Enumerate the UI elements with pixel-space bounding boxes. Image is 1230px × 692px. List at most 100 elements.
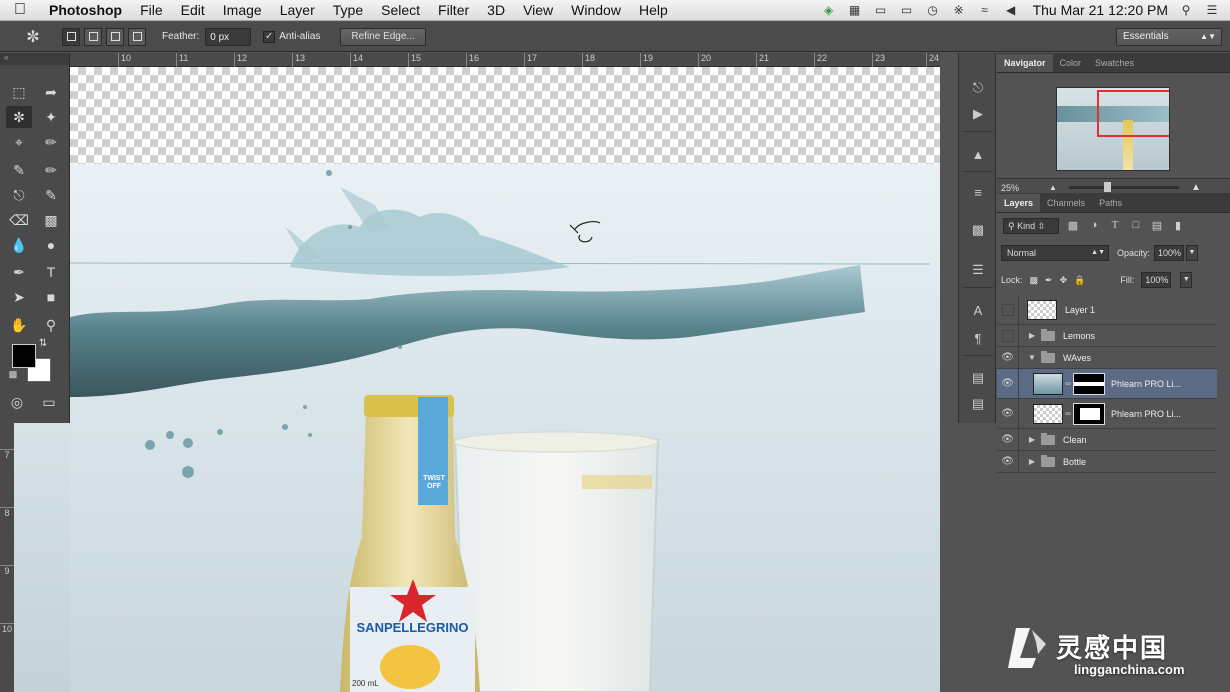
crop-tool-icon[interactable]: ⌖	[6, 131, 32, 153]
histogram-panel-icon[interactable]: ▲	[967, 143, 989, 165]
magic-wand-tool-icon[interactable]: ✦	[38, 106, 64, 128]
feather-input[interactable]: 0 px	[205, 27, 252, 46]
smart-object-filter-icon[interactable]: ▤	[1150, 219, 1164, 233]
properties-panel-icon[interactable]: ☰	[967, 259, 989, 281]
filter-toggle-icon[interactable]: ▮	[1171, 219, 1185, 233]
adjustments-panel-icon[interactable]: ≡	[967, 181, 989, 203]
wifi-icon[interactable]: ≈	[977, 3, 993, 17]
marquee-tool-icon[interactable]: ⬚	[6, 81, 32, 103]
type-filter-icon[interactable]: T	[1108, 219, 1122, 233]
swap-colors-icon[interactable]: ⇅	[36, 336, 50, 350]
lasso-tool-preset-icon[interactable]: ✼	[8, 25, 58, 49]
lock-position-icon[interactable]: ✥	[1060, 275, 1068, 286]
eye-icon[interactable]: 👁	[997, 451, 1019, 472]
antialias-checkbox[interactable]: ✓	[263, 30, 276, 43]
collapse-arrow-icon[interactable]: ▼	[1025, 353, 1039, 362]
eye-icon[interactable]: 👁	[997, 429, 1019, 450]
bluetooth-icon[interactable]: ※	[951, 3, 967, 17]
eye-icon[interactable]: 👁	[997, 347, 1019, 368]
visibility-toggle-icon[interactable]	[997, 295, 1019, 324]
eyedropper-tool-icon[interactable]: ✏	[38, 131, 64, 153]
layer-group-row[interactable]: 👁 ▶ Bottle	[997, 451, 1217, 473]
new-selection-icon[interactable]	[62, 27, 80, 46]
navigator-view-box[interactable]	[1097, 90, 1169, 137]
zoom-percent[interactable]: 25%	[1001, 183, 1019, 193]
pixel-filter-icon[interactable]: ▩	[1066, 219, 1080, 233]
mask-link-icon[interactable]: ∞	[1064, 379, 1072, 388]
expand-arrow-icon[interactable]: ▶	[1025, 457, 1039, 466]
history-panel-icon[interactable]: ⎋	[967, 77, 989, 99]
expand-arrow-icon[interactable]: ▶	[1025, 435, 1039, 444]
menu-image[interactable]: Image	[214, 2, 271, 18]
menu-select[interactable]: Select	[372, 2, 429, 18]
tab-paths[interactable]: Paths	[1092, 194, 1129, 212]
layer-group-row[interactable]: ▶ Lemons	[997, 325, 1217, 347]
dodge-tool-icon[interactable]: ●	[38, 234, 64, 256]
character-panel-icon[interactable]: A	[967, 299, 989, 321]
evernote-icon[interactable]: ◈	[821, 3, 837, 17]
menu-clock[interactable]: Thu Mar 21 12:20 PM	[1033, 2, 1168, 18]
tab-channels[interactable]: Channels	[1040, 194, 1092, 212]
layer-kind-select[interactable]: ⚲ Kind ⇳	[1003, 218, 1059, 234]
shape-filter-icon[interactable]: □	[1129, 219, 1143, 233]
fill-dropdown-icon[interactable]: ▼	[1180, 272, 1193, 288]
display-icon[interactable]: ▭	[873, 3, 889, 17]
grid-app-icon[interactable]: ▦	[847, 3, 863, 17]
layer-row-selected[interactable]: 👁 ∞ Phlearn PRO Li...	[997, 369, 1217, 399]
fill-input[interactable]: 100%	[1141, 272, 1172, 288]
opacity-dropdown-icon[interactable]: ▼	[1186, 245, 1199, 261]
opacity-input[interactable]: 100%	[1154, 245, 1185, 261]
eye-icon[interactable]: 👁	[997, 399, 1019, 428]
notification-list-icon[interactable]: ☰	[1204, 3, 1220, 17]
3d-panel-icon[interactable]: ▩	[967, 219, 989, 241]
expand-arrow-icon[interactable]: ▶	[1025, 331, 1039, 340]
healing-brush-tool-icon[interactable]: ✎	[6, 159, 32, 181]
pen-tool-icon[interactable]: ✒	[6, 261, 32, 283]
toolbox-collapse-icon[interactable]: «	[0, 53, 69, 65]
tab-swatches[interactable]: Swatches	[1088, 54, 1141, 72]
lock-all-icon[interactable]: 🔒	[1074, 275, 1085, 286]
eye-icon[interactable]: 👁	[997, 369, 1019, 398]
type-tool-icon[interactable]: T	[38, 261, 64, 283]
layer-group-row[interactable]: 👁 ▼ WAves	[997, 347, 1217, 369]
mask-link-icon[interactable]: ∞	[1064, 409, 1072, 418]
apple-icon[interactable]: 	[0, 1, 40, 19]
brush-tool-icon[interactable]: ✏	[38, 159, 64, 181]
layer-mask-thumbnail[interactable]	[1073, 372, 1105, 395]
adjustment-filter-icon[interactable]: ◑	[1087, 219, 1101, 233]
navigator-thumbnail[interactable]	[1056, 87, 1170, 171]
tab-layers[interactable]: Layers	[997, 194, 1041, 212]
info-panel-icon[interactable]: ▤	[967, 393, 989, 415]
menu-edit[interactable]: Edit	[172, 2, 214, 18]
document-canvas[interactable]: TWIST OFF SANPELLEGRINO 200 mL	[70, 67, 940, 692]
zoom-tool-icon[interactable]: ⚲	[38, 314, 64, 336]
path-selection-tool-icon[interactable]: ➤	[6, 286, 32, 308]
zoom-in-icon[interactable]: ▲	[1191, 182, 1201, 193]
blur-tool-icon[interactable]: 💧	[6, 234, 32, 256]
visibility-toggle-icon[interactable]	[997, 325, 1019, 346]
notes-panel-icon[interactable]: ▤	[967, 367, 989, 389]
menu-help[interactable]: Help	[630, 2, 677, 18]
airplay-icon[interactable]: ▭	[899, 3, 915, 17]
eraser-tool-icon[interactable]: ⌫	[6, 209, 32, 231]
menu-window[interactable]: Window	[562, 2, 630, 18]
layer-row[interactable]: 👁 ∞ Phlearn PRO Li...	[997, 399, 1217, 429]
subtract-from-selection-icon[interactable]	[106, 27, 124, 46]
rectangle-tool-icon[interactable]: ■	[38, 286, 64, 308]
layer-group-row[interactable]: 👁 ▶ Clean	[997, 429, 1217, 451]
volume-icon[interactable]: ◀	[1003, 3, 1019, 17]
workspace-select[interactable]: Essentials ▲▼	[1116, 28, 1222, 46]
time-machine-icon[interactable]: ◷	[925, 3, 941, 17]
add-to-selection-icon[interactable]	[84, 27, 102, 46]
spotlight-search-icon[interactable]: ⚲	[1178, 3, 1194, 17]
actions-panel-icon[interactable]: ▶	[967, 103, 989, 125]
menu-view[interactable]: View	[514, 2, 562, 18]
tab-color[interactable]: Color	[1053, 54, 1089, 72]
default-colors-icon[interactable]: ▩	[6, 367, 20, 381]
clone-stamp-tool-icon[interactable]: ⎋	[6, 184, 32, 206]
history-brush-tool-icon[interactable]: ✎	[38, 184, 64, 206]
menu-app-name[interactable]: Photoshop	[40, 2, 131, 18]
quick-mask-icon[interactable]: ◎	[4, 391, 30, 413]
menu-3d[interactable]: 3D	[478, 2, 514, 18]
lasso-tool-icon[interactable]: ✼	[6, 106, 32, 128]
